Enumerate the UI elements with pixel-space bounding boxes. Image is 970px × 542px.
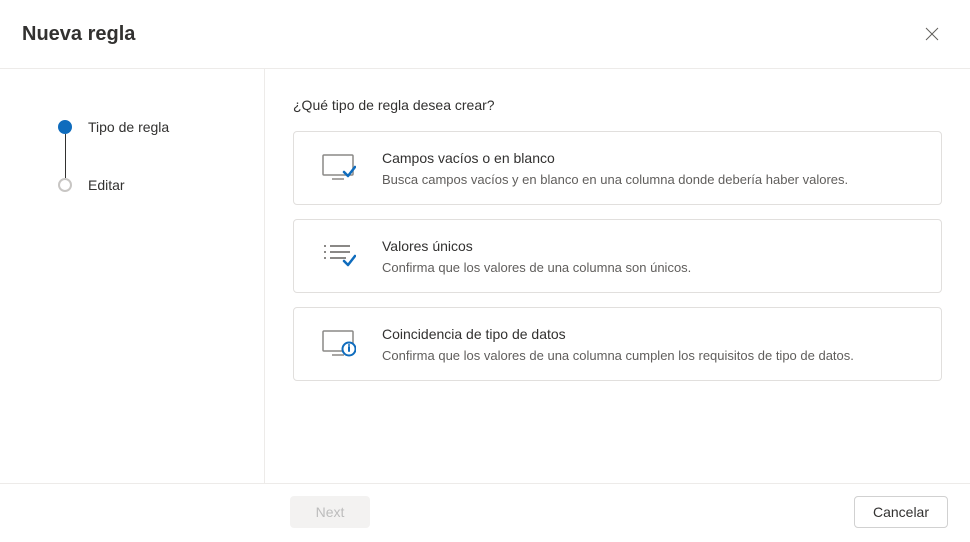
option-title: Valores únicos [382,238,691,254]
option-empty-fields[interactable]: Campos vacíos o en blanco Busca campos v… [293,131,942,205]
new-rule-dialog: Nueva regla Tipo de regla Editar [0,0,970,542]
screen-check-icon [312,148,360,188]
option-description: Confirma que los valores de una columna … [382,260,691,275]
option-texts: Coincidencia de tipo de datos Confirma q… [382,326,854,363]
step-label: Tipo de regla [88,119,169,135]
list-check-icon [312,236,360,276]
option-description: Confirma que los valores de una columna … [382,348,854,363]
dialog-title: Nueva regla [22,23,135,46]
content-question: ¿Qué tipo de regla desea crear? [293,97,942,113]
option-description: Busca campos vacíos y en blanco en una c… [382,172,848,187]
dialog-header: Nueva regla [0,0,970,69]
dialog-body: Tipo de regla Editar ¿Qué tipo de regla … [0,69,970,483]
step-rule-type[interactable]: Tipo de regla [58,117,244,137]
option-texts: Campos vacíos o en blanco Busca campos v… [382,150,848,187]
close-button[interactable] [916,18,948,50]
option-data-type-match[interactable]: Coincidencia de tipo de datos Confirma q… [293,307,942,381]
wizard-sidebar: Tipo de regla Editar [0,69,265,483]
next-button[interactable]: Next [290,496,370,528]
step-connector [65,134,66,178]
dialog-footer: Next Cancelar [0,483,970,542]
wizard-steps: Tipo de regla Editar [58,117,244,195]
step-edit[interactable]: Editar [58,175,244,195]
cancel-button[interactable]: Cancelar [854,496,948,528]
step-dot-icon [58,178,72,192]
step-dot-icon [58,120,72,134]
close-icon [925,27,939,41]
option-unique-values[interactable]: Valores únicos Confirma que los valores … [293,219,942,293]
step-label: Editar [88,177,125,193]
option-texts: Valores únicos Confirma que los valores … [382,238,691,275]
option-title: Coincidencia de tipo de datos [382,326,854,342]
screen-info-icon [312,324,360,364]
wizard-content: ¿Qué tipo de regla desea crear? Campos v… [265,69,970,483]
option-title: Campos vacíos o en blanco [382,150,848,166]
